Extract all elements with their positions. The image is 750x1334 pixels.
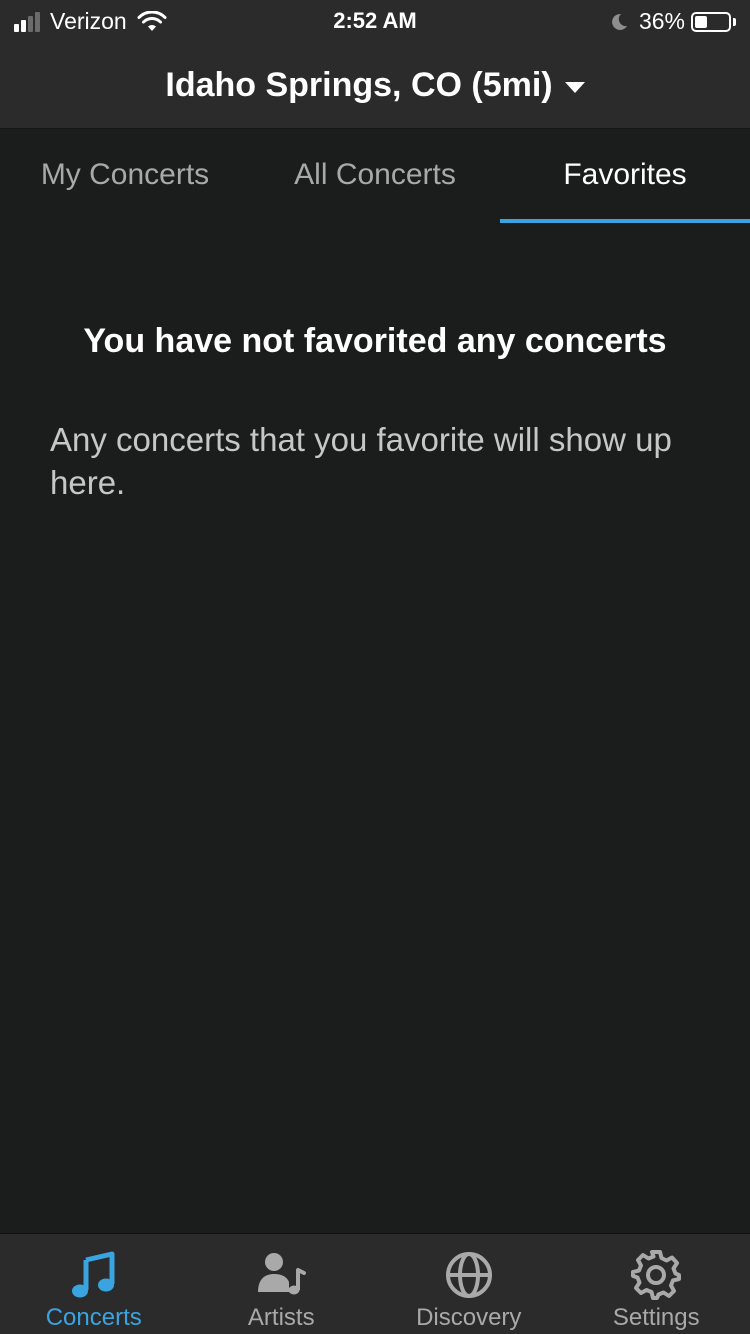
artist-icon xyxy=(258,1253,307,1295)
bottom-tab-bar: Concerts Artists Discovery Settings xyxy=(0,1233,750,1334)
tabbar-label: Concerts xyxy=(45,1304,142,1331)
status-right: 36% xyxy=(609,8,736,35)
moon-icon xyxy=(609,12,629,32)
tabbar-item-concerts[interactable]: Concerts xyxy=(0,1234,188,1334)
globe-icon xyxy=(445,1252,492,1298)
tabbar-item-settings[interactable]: Settings xyxy=(563,1234,750,1334)
gear-icon xyxy=(631,1250,682,1300)
status-bar: Verizon 2:52 AM 36% xyxy=(0,0,750,42)
tab-favorites[interactable]: Favorites xyxy=(500,129,750,225)
tabbar-item-discovery[interactable]: Discovery xyxy=(375,1234,563,1334)
tab-label: My Concerts xyxy=(40,158,210,191)
tab-all-concerts[interactable]: All Concerts xyxy=(250,129,500,225)
concert-tabs: My Concerts All Concerts Favorites xyxy=(0,129,750,225)
tab-label: Favorites xyxy=(563,158,687,191)
tabbar-label: Discovery xyxy=(416,1304,522,1331)
location-selector[interactable]: Idaho Springs, CO (5mi) xyxy=(0,42,750,129)
empty-state-title: You have not favorited any concerts xyxy=(83,322,667,360)
tab-label: All Concerts xyxy=(294,158,456,191)
location-title: Idaho Springs, CO (5mi) xyxy=(165,65,553,104)
battery-nub xyxy=(733,17,736,26)
battery-percent: 36% xyxy=(638,8,685,34)
battery-level xyxy=(695,15,707,28)
screen: Verizon 2:52 AM 36% Idaho Springs, CO (5… xyxy=(0,0,750,1334)
battery-icon xyxy=(691,11,731,32)
empty-state-message: Any concerts that you favorite will show… xyxy=(50,421,672,501)
caret-down-icon xyxy=(564,81,585,93)
tab-my-concerts[interactable]: My Concerts xyxy=(0,129,250,225)
tabbar-label: Settings xyxy=(612,1304,700,1331)
music-note-icon xyxy=(71,1251,115,1298)
tabbar-item-artists[interactable]: Artists xyxy=(188,1234,376,1334)
tabbar-label: Artists xyxy=(247,1304,315,1331)
